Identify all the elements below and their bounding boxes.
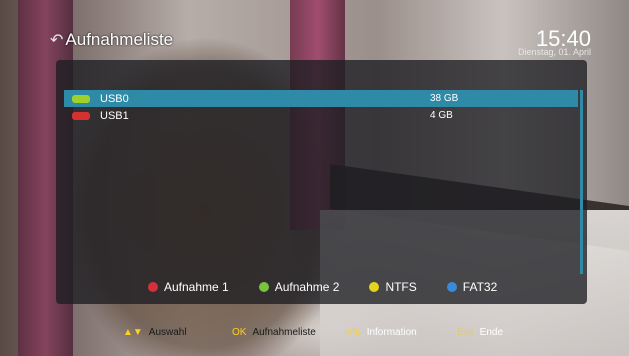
back-arrow-icon[interactable]: ↶ [50,30,63,50]
color-key-legend: Aufnahme 1 Aufnahme 2 NTFS FAT32 [148,280,497,294]
page-title: Aufnahmeliste [65,30,174,49]
hint-exit[interactable]: Exit Ende [457,327,503,338]
ok-key: OK [232,327,247,338]
legend-label: NTFS [385,280,417,294]
footer-hints: ▲▼ Auswahl OK Aufnahmeliste Info Informa… [0,324,629,344]
hint-ok[interactable]: OK Aufnahmeliste [232,327,316,338]
hint-select[interactable]: ▲▼ Auswahl [123,327,187,338]
legend-blue[interactable]: FAT32 [446,280,498,294]
usb-drive-icon [72,111,90,120]
clock-date: Dienstag, 01. April [517,47,591,57]
hint-label: Auswahl [148,327,187,338]
device-list: USB0 38 GB USB1 4 GB [64,90,578,124]
device-size: 4 GB [430,110,453,121]
legend-label: Aufnahme 2 [274,280,340,294]
hint-label: Information [366,327,417,338]
legend-label: FAT32 [462,280,498,294]
device-size: 38 GB [430,93,459,104]
info-key: Info [344,327,361,338]
up-down-arrows-icon: ▲▼ [123,327,143,338]
scrollbar[interactable] [580,90,583,274]
legend-red[interactable]: Aufnahme 1 [148,280,229,294]
device-name: USB1 [100,109,129,122]
hint-label: Ende [479,327,504,338]
usb-drive-icon [72,94,90,103]
blue-button-icon [446,282,457,292]
yellow-button-icon [369,282,380,292]
hint-label: Aufnahmeliste [252,327,316,338]
screen-title: ↶ Aufnahmeliste [50,30,173,50]
device-name: USB0 [100,92,129,105]
legend-label: Aufnahme 1 [164,280,229,294]
legend-yellow[interactable]: NTFS [369,280,417,294]
exit-key: Exit [457,327,474,338]
green-button-icon [258,282,269,292]
hint-info[interactable]: Info Information [344,327,417,338]
legend-green[interactable]: Aufnahme 2 [258,280,340,294]
device-row-usb1[interactable]: USB1 4 GB [64,107,578,124]
device-row-usb0[interactable]: USB0 38 GB [64,90,578,107]
red-button-icon [148,282,158,292]
